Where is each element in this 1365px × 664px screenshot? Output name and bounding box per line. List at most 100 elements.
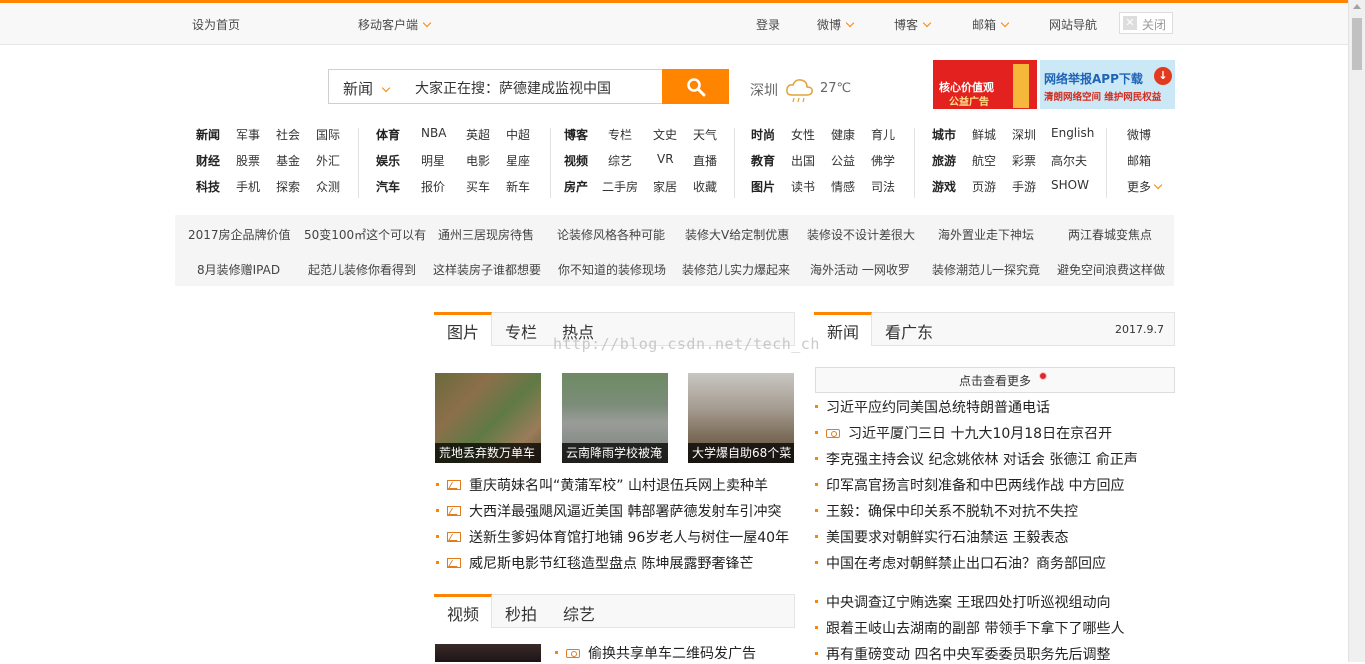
scrollbar-thumb[interactable] [1352, 18, 1362, 70]
weibo-menu[interactable]: 微博 [817, 16, 855, 33]
hot-link[interactable]: 8月装修赠IPAD [197, 261, 280, 278]
news-item[interactable]: 中央调查辽宁贿选案 王珉四处打听巡视组动向 [815, 592, 1110, 612]
nav-link[interactable]: 鲜城 [972, 126, 996, 143]
search-button[interactable] [662, 69, 729, 104]
hot-link[interactable]: 海外活动 一网收罗 [810, 261, 910, 278]
nav-link[interactable]: 情感 [831, 178, 855, 195]
nav-link[interactable]: 家居 [653, 178, 677, 195]
nav-link[interactable]: 专栏 [608, 126, 632, 143]
nav-link[interactable]: 新车 [506, 178, 530, 195]
nav-link[interactable]: 视频 [564, 152, 588, 169]
load-more-button[interactable]: 点击查看更多 [815, 367, 1175, 393]
news-item[interactable]: 重庆萌妹名叫“黄蒲军校” 山村退伍兵网上卖种羊 [436, 475, 768, 495]
close-button[interactable]: ✕ 关闭 [1119, 12, 1173, 34]
nav-link[interactable]: SHOW [1051, 178, 1089, 192]
nav-link[interactable]: 博客 [564, 126, 588, 143]
photo-buffet[interactable]: 大学爆自助68个菜 [688, 373, 794, 463]
nav-link[interactable]: 手机 [236, 178, 260, 195]
scroll-up-icon[interactable] [1353, 4, 1361, 9]
nav-link[interactable]: 电影 [466, 152, 490, 169]
nav-link[interactable]: VR [657, 152, 674, 166]
nav-link[interactable]: 外汇 [316, 152, 340, 169]
nav-link[interactable]: 明星 [421, 152, 445, 169]
photo-flooded-school[interactable]: 云南降雨学校被淹 [562, 373, 668, 463]
nav-link[interactable]: 探索 [276, 178, 300, 195]
nav-link[interactable]: 娱乐 [376, 152, 400, 169]
photo-abandoned-bikes[interactable]: 荒地丢弃数万单车 [435, 373, 541, 463]
nav-link[interactable]: 文史 [653, 126, 677, 143]
search-input[interactable]: 大家正在搜：萨德建成监视中国 [403, 69, 663, 104]
hot-link[interactable]: 这样装房子谁都想要 [433, 261, 541, 278]
news-item[interactable]: 李克强主持会议 纪念姚依林 对话会 张德江 俞正声 [815, 449, 1138, 469]
news-item[interactable]: 中国在考虑对朝鲜禁止出口石油？商务部回应 [815, 553, 1106, 573]
nav-link[interactable]: 图片 [751, 178, 775, 195]
nav-link[interactable]: 综艺 [608, 152, 632, 169]
nav-link[interactable]: 基金 [276, 152, 300, 169]
nav-link[interactable]: 英超 [466, 126, 490, 143]
nav-link[interactable]: 天气 [693, 126, 717, 143]
news-item[interactable]: 习近平厦门三日 十九大10月18日在京召开 [815, 423, 1112, 443]
news-item[interactable]: 大西洋最强飓风逼近美国 韩部署萨德发射车引冲突 [436, 501, 781, 521]
news-item[interactable]: 美国要求对朝鲜实行石油禁运 王毅表态 [815, 527, 1068, 547]
hot-link[interactable]: 50变100㎡这个可以有 [304, 226, 426, 243]
tab-news[interactable]: 新闻 [827, 319, 859, 343]
nav-link[interactable]: 出国 [791, 152, 815, 169]
tab-pictures[interactable]: 图片 [447, 319, 479, 343]
tab-columns[interactable]: 专栏 [505, 319, 537, 343]
nav-link[interactable]: 众测 [316, 178, 340, 195]
blog-menu[interactable]: 博客 [894, 16, 932, 33]
hot-link[interactable]: 两江春城变焦点 [1068, 226, 1152, 243]
news-item[interactable]: 跟着王岐山去湖南的副部 带领手下拿下了哪些人 [815, 618, 1124, 638]
news-item[interactable]: 印军高官扬言时刻准备和中巴两线作战 中方回应 [815, 475, 1124, 495]
banner-report-app[interactable]: 网络举报APP下载 清朗网络空间 维护网民权益 ↓ [1040, 60, 1175, 109]
nav-link[interactable]: 军事 [236, 126, 260, 143]
hot-link[interactable]: 避免空间浪费这样做 [1057, 261, 1165, 278]
nav-link[interactable]: 国际 [316, 126, 340, 143]
nav-link[interactable]: 读书 [791, 178, 815, 195]
hot-link[interactable]: 装修设不设计差很大 [807, 226, 915, 243]
nav-link[interactable]: 司法 [871, 178, 895, 195]
vertical-scrollbar[interactable] [1348, 0, 1365, 662]
news-item[interactable]: 王毅：确保中印关系不脱轨不对抗不失控 [815, 501, 1078, 521]
hot-link[interactable]: 你不知道的装修现场 [558, 261, 666, 278]
nav-link[interactable]: 汽车 [376, 178, 400, 195]
hot-link[interactable]: 海外置业走下神坛 [938, 226, 1034, 243]
nav-link[interactable]: 深圳 [1012, 126, 1036, 143]
hot-link[interactable]: 论装修风格各种可能 [557, 226, 665, 243]
news-item[interactable]: 威尼斯电影节红毯造型盘点 陈坤展露野奢锋芒 [436, 553, 753, 573]
nav-link[interactable]: 彩票 [1012, 152, 1036, 169]
nav-link[interactable]: 高尔夫 [1051, 152, 1087, 169]
nav-link[interactable]: 房产 [564, 178, 588, 195]
hot-link[interactable]: 起范儿装修你看得到 [308, 261, 416, 278]
search-category-select[interactable]: 新闻 [328, 69, 404, 104]
nav-link[interactable]: 教育 [751, 152, 775, 169]
mobile-client-link[interactable]: 移动客户端 [358, 16, 432, 33]
news-item[interactable]: 送新生爹妈体育馆打地铺 96岁老人与树住一屋40年 [436, 527, 789, 547]
hot-link[interactable]: 装修范儿实力爆起来 [682, 261, 790, 278]
nav-link[interactable]: 财经 [196, 152, 220, 169]
nav-link[interactable]: 中超 [506, 126, 530, 143]
tab-miaopai[interactable]: 秒拍 [505, 601, 537, 625]
nav-link[interactable]: English [1051, 126, 1094, 140]
hot-link[interactable]: 装修大V给定制优惠 [685, 226, 789, 243]
tab-guangdong[interactable]: 看广东 [885, 319, 933, 343]
nav-link[interactable]: 页游 [972, 178, 996, 195]
set-home-link[interactable]: 设为首页 [192, 16, 240, 33]
nav-link[interactable]: 航空 [972, 152, 996, 169]
banner-core-values-ad[interactable]: 核心价值观 公益广告 [933, 60, 1037, 109]
nav-link[interactable]: 健康 [831, 126, 855, 143]
nav-link[interactable]: 新闻 [196, 126, 220, 143]
site-nav-link[interactable]: 网站导航 [1049, 16, 1097, 33]
news-item[interactable]: 再有重磅变动 四名中央军委委员职务先后调整 [815, 644, 1110, 664]
hot-link[interactable]: 通州三居现房待售 [438, 226, 534, 243]
nav-link[interactable]: 直播 [693, 152, 717, 169]
news-item[interactable]: 偷换共享单车二维码发广告 [555, 643, 756, 663]
nav-link[interactable]: 游戏 [932, 178, 956, 195]
nav-link[interactable]: 星座 [506, 152, 530, 169]
nav-link-mail[interactable]: 邮箱 [1127, 152, 1151, 169]
nav-link[interactable]: 体育 [376, 126, 400, 143]
hot-link[interactable]: 装修潮范儿一探究竟 [932, 261, 1040, 278]
nav-link[interactable]: 二手房 [602, 178, 638, 195]
hot-link[interactable]: 2017房企品牌价值 [188, 226, 291, 243]
video-thumbnail[interactable] [435, 644, 541, 662]
